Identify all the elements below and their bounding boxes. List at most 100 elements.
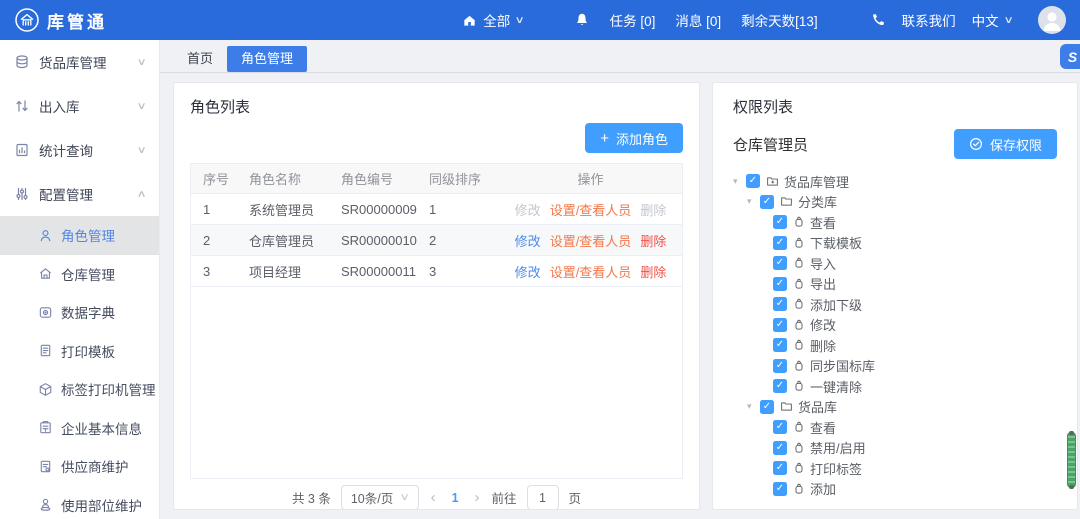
tree-node-label: 导入 — [810, 254, 836, 273]
sidebar-item-role-management[interactable]: 角色管理 — [0, 216, 159, 255]
scope-selector[interactable]: 全部 ∨ — [462, 10, 523, 30]
caret-down-icon[interactable]: ▾ — [733, 176, 746, 187]
tree-node[interactable]: ✓ 查看 — [773, 417, 1057, 438]
next-page-button[interactable]: › — [473, 489, 482, 506]
tag-icon — [793, 462, 805, 474]
delete-link[interactable]: 删除 — [640, 262, 666, 281]
sidebar-item-print-template[interactable]: 打印模板 — [0, 332, 159, 371]
tree-node[interactable]: ✓ 导出 — [773, 274, 1057, 295]
sidebar-item-usage-location[interactable]: 使用部位维护 — [0, 486, 159, 519]
edit-link[interactable]: 修改 — [515, 231, 541, 250]
user-avatar[interactable] — [1038, 6, 1066, 34]
checkbox-checked[interactable]: ✓ — [773, 420, 787, 434]
eye-badge-icon — [38, 305, 53, 320]
app-logo: 库管通 — [14, 7, 107, 33]
messages-link[interactable]: 消息 [0] — [675, 10, 721, 30]
tree-node-label: 查看 — [810, 418, 836, 437]
tag-icon — [793, 216, 805, 228]
sidebar-item-in-out[interactable]: 出入库 ∨ — [0, 84, 159, 128]
checkbox-checked[interactable]: ✓ — [773, 461, 787, 475]
cell-index: 2 — [191, 233, 237, 248]
tree-node[interactable]: ✓ 添加下级 — [773, 294, 1057, 315]
floating-service-widget[interactable]: S — [1060, 44, 1080, 69]
sidebar-item-goods-library[interactable]: 货品库管理 ∨ — [0, 40, 159, 84]
tree-node[interactable]: ▾ ✓ 分类库 — [747, 192, 1057, 213]
sidebar-item-warehouse-management[interactable]: 仓库管理 — [0, 255, 159, 294]
tasks-link[interactable]: 任务 [0] — [610, 10, 656, 30]
tree-node[interactable]: ✓ 导入 — [773, 253, 1057, 274]
bell-icon[interactable] — [574, 12, 590, 28]
delete-link[interactable]: 删除 — [640, 231, 666, 250]
scope-label: 全部 — [483, 10, 510, 30]
tree-node[interactable]: ✓ 打印标签 — [773, 458, 1057, 479]
checkbox-checked[interactable]: ✓ — [773, 236, 787, 250]
checkbox-checked[interactable]: ✓ — [760, 400, 774, 414]
sidebar-item-configuration[interactable]: 配置管理 ∧ — [0, 172, 159, 216]
checkbox-checked[interactable]: ✓ — [773, 256, 787, 270]
cell-order: 3 — [417, 264, 499, 279]
contact-us-link[interactable]: 联系我们 — [902, 10, 956, 30]
sidebar-item-supplier-maintenance[interactable]: 供应商维护 — [0, 447, 159, 486]
tab-home[interactable]: 首页 — [173, 46, 227, 72]
goto-page-input[interactable] — [527, 485, 559, 510]
language-label: 中文 — [972, 10, 999, 30]
edit-link[interactable]: 修改 — [515, 262, 541, 281]
tab-role-management[interactable]: 角色管理 — [227, 46, 307, 72]
tree-node-label: 打印标签 — [810, 459, 862, 478]
tree-node[interactable]: ✓ 添加 — [773, 479, 1057, 500]
caret-down-icon[interactable]: ▾ — [747, 196, 760, 207]
checkbox-checked[interactable]: ✓ — [746, 174, 760, 188]
tag-icon — [793, 360, 805, 372]
assign-members-link[interactable]: 设置/查看人员 — [550, 262, 632, 281]
tree-node[interactable]: ▾ ✓ 货品库 — [747, 397, 1057, 418]
sidebar-item-label: 打印模板 — [61, 341, 115, 361]
vertical-scrollbar-thumb[interactable] — [1067, 432, 1076, 488]
tree-node[interactable]: ▾ ✓ 货品库管理 — [733, 171, 1057, 192]
sidebar-item-company-info[interactable]: 企业基本信息 — [0, 409, 159, 448]
checkbox-checked[interactable]: ✓ — [773, 338, 787, 352]
tree-node[interactable]: ✓ 一键清除 — [773, 376, 1057, 397]
top-header: 库管通 全部 ∨ 任务 [0] 消息 [0] 剩余天数[13] — [0, 0, 1080, 40]
tag-icon — [793, 278, 805, 290]
checkbox-checked[interactable]: ✓ — [773, 379, 787, 393]
page-size-select[interactable]: 10条/页 ∨ — [341, 485, 419, 510]
assign-members-link[interactable]: 设置/查看人员 — [550, 200, 632, 219]
plus-icon: + — [600, 131, 609, 146]
checkbox-checked[interactable]: ✓ — [760, 195, 774, 209]
role-list-title: 角色列表 — [190, 96, 683, 117]
tree-node[interactable]: ✓ 同步国标库 — [773, 356, 1057, 377]
sidebar-item-label-printer[interactable]: 标签打印机管理 — [0, 370, 159, 409]
goto-label: 前往 — [492, 488, 517, 507]
checkbox-checked[interactable]: ✓ — [773, 318, 787, 332]
caret-down-icon[interactable]: ▾ — [747, 401, 760, 412]
table-row: 2 仓库管理员 SR00000010 2 修改 设置/查看人员 删除 — [191, 225, 682, 256]
checkbox-checked[interactable]: ✓ — [773, 359, 787, 373]
checkbox-checked[interactable]: ✓ — [773, 297, 787, 311]
sidebar-item-statistics[interactable]: 统计查询 ∨ — [0, 128, 159, 172]
language-selector[interactable]: 中文 ∨ — [972, 10, 1012, 30]
checkbox-checked[interactable]: ✓ — [773, 277, 787, 291]
pagination: 共 3 条 10条/页 ∨ ‹ 1 › 前往 页 — [190, 485, 683, 510]
sidebar-item-data-dictionary[interactable]: 数据字典 — [0, 293, 159, 332]
current-page-number[interactable]: 1 — [448, 491, 463, 505]
page-unit-label: 页 — [569, 488, 582, 507]
save-permissions-button[interactable]: 保存权限 — [954, 129, 1057, 159]
tree-node[interactable]: ✓ 修改 — [773, 315, 1057, 336]
delete-link[interactable]: 删除 — [640, 200, 666, 219]
checkbox-checked[interactable]: ✓ — [773, 215, 787, 229]
add-role-button[interactable]: + 添加角色 — [585, 123, 683, 153]
days-left-label[interactable]: 剩余天数[13] — [741, 10, 818, 30]
tag-icon — [793, 483, 805, 495]
edit-link[interactable]: 修改 — [515, 200, 541, 219]
cell-role-name: 仓库管理员 — [237, 231, 329, 250]
assign-members-link[interactable]: 设置/查看人员 — [550, 231, 632, 250]
tree-node[interactable]: ✓ 禁用/启用 — [773, 438, 1057, 459]
tree-node[interactable]: ✓ 查看 — [773, 212, 1057, 233]
prev-page-button[interactable]: ‹ — [429, 489, 438, 506]
checkbox-checked[interactable]: ✓ — [773, 482, 787, 496]
checkbox-checked[interactable]: ✓ — [773, 441, 787, 455]
tree-node[interactable]: ✓ 删除 — [773, 335, 1057, 356]
tree-node[interactable]: ✓ 下载模板 — [773, 233, 1057, 254]
sidebar-item-label: 供应商维护 — [61, 456, 129, 476]
tag-icon — [793, 442, 805, 454]
